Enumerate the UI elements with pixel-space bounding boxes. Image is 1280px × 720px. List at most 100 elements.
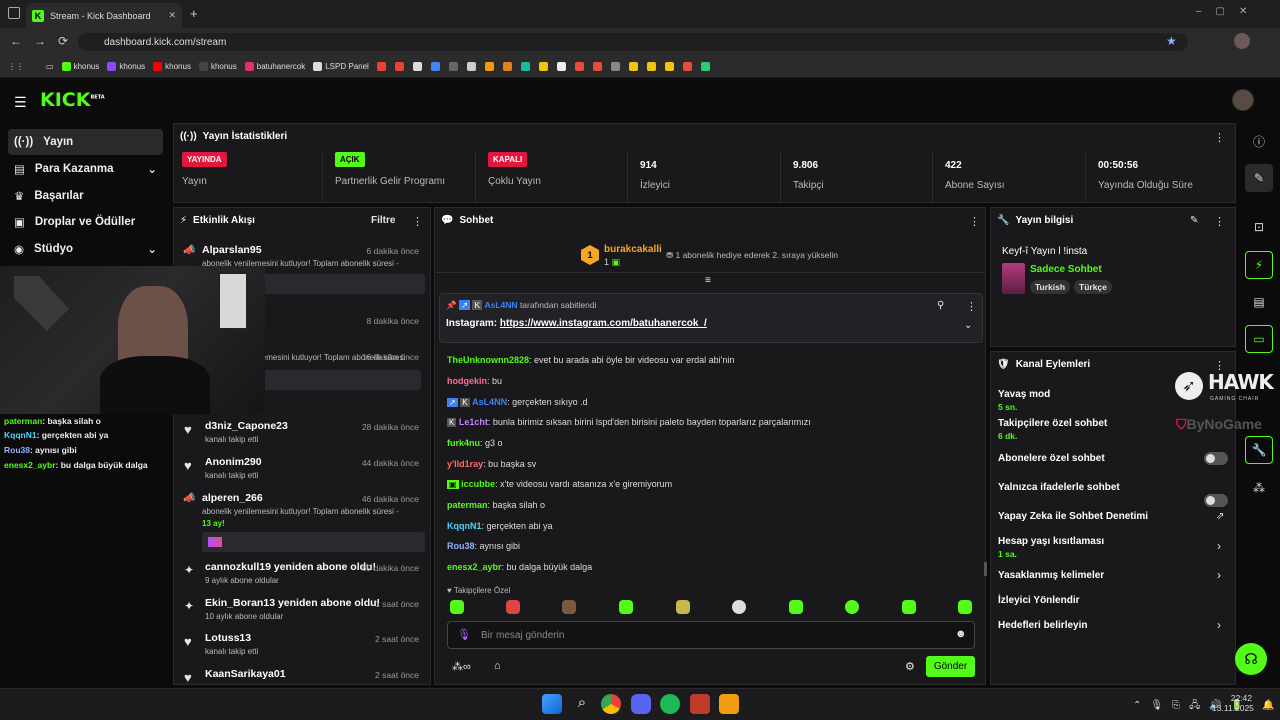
chevron-right-icon[interactable]: ›	[1217, 618, 1221, 632]
store-icon[interactable]: ⌂	[494, 660, 501, 672]
camera-icon[interactable]: ⊡	[1245, 213, 1273, 241]
kebab-menu-icon[interactable]: ⋮	[969, 215, 980, 228]
category-name[interactable]: Sadece Sohbet	[1030, 264, 1102, 275]
bookmark-item[interactable]: khonus	[198, 62, 237, 71]
emote-icon[interactable]	[902, 600, 916, 614]
notifications-icon[interactable]: 🔔	[1262, 700, 1274, 711]
action-subscribers-chat[interactable]: Abonelere özel sohbet	[998, 453, 1105, 464]
bookmark-folder-icon[interactable]: ▭	[46, 62, 54, 71]
sidebar-item-basarilar[interactable]: ♛ Başarılar	[8, 183, 163, 209]
app-icon[interactable]	[719, 694, 739, 714]
external-link-icon[interactable]: ⇗	[1216, 511, 1224, 522]
info-icon[interactable]: ⓘ	[1245, 127, 1273, 155]
emote-icon[interactable]	[676, 600, 690, 614]
action-raid[interactable]: İzleyici Yönlendir	[998, 595, 1080, 606]
edit-pencil-icon[interactable]: ✎	[1190, 215, 1198, 226]
kebab-menu-icon[interactable]: ⋮	[1214, 215, 1225, 228]
action-followers-chat[interactable]: Takipçilere özel sohbet 6 dk.	[998, 418, 1107, 441]
bookmark-item[interactable]: khonus	[153, 62, 191, 71]
list-item: ♥ KaanSarikaya01 2 saat önce	[184, 668, 419, 685]
chat-message: hodgekin: bu	[447, 376, 503, 386]
kick-logo[interactable]: KICKBETA	[40, 89, 105, 111]
emoji-icon[interactable]: ☻	[955, 628, 967, 640]
bookmark-icons-row[interactable]	[376, 62, 710, 71]
emote-icon[interactable]	[506, 600, 520, 614]
spotify-icon[interactable]	[660, 694, 680, 714]
action-ai-moderation[interactable]: Yapay Zeka ile Sohbet Denetimi	[998, 511, 1148, 522]
windows-start-icon[interactable]	[542, 694, 562, 714]
new-tab-icon[interactable]: +	[190, 6, 198, 21]
app-icon[interactable]	[690, 694, 710, 714]
chevron-down-icon[interactable]: ⌄	[964, 320, 972, 331]
chat-bubble-icon[interactable]: ▭	[1245, 325, 1273, 353]
bookmark-item[interactable]: khonus	[107, 62, 145, 71]
bookmark-star-icon[interactable]: ★	[1166, 34, 1177, 48]
wrench-icon: 🔧	[997, 215, 1010, 226]
bookmark-item[interactable]: khonus	[61, 62, 99, 71]
stream-info-title: 🔧 Yayın bilgisi	[997, 215, 1074, 226]
kebab-menu-icon[interactable]: ⋮	[412, 215, 423, 228]
clock[interactable]: 22:42 13.11.2025	[1212, 693, 1254, 713]
bookmark-apps-icon[interactable]: ⋮⋮	[8, 62, 24, 71]
edit-pencil-icon[interactable]: ✎	[1245, 164, 1273, 192]
emote-only-toggle[interactable]	[1204, 494, 1228, 507]
stat-coklu-yayin: KAPALI Çoklu Yayın	[475, 152, 541, 202]
emote-icon[interactable]	[562, 600, 576, 614]
emote-icon[interactable]	[789, 600, 803, 614]
emote-icon[interactable]	[958, 600, 972, 614]
chrome-icon[interactable]	[601, 694, 621, 714]
bolt-icon[interactable]: ⚡	[1245, 251, 1273, 279]
stat-takipci: 9.806 Takipçi	[780, 152, 824, 202]
tab-close-icon[interactable]: ✕	[168, 10, 176, 21]
settings-gear-icon[interactable]: ⚙	[905, 660, 915, 673]
bookmark-item[interactable]: batuhanercok	[244, 62, 305, 71]
browser-tab[interactable]: K Stream - Kick Dashboard ✕	[26, 3, 182, 28]
webcam-preview	[0, 266, 265, 414]
emote-icon[interactable]	[732, 600, 746, 614]
action-goals[interactable]: Hedefleri belirleyin	[998, 620, 1087, 631]
hamburger-menu-icon[interactable]: ☰	[14, 94, 27, 111]
sidebar-item-studyo[interactable]: ◉ Stüdyo ⌄	[8, 236, 163, 262]
emote-icon[interactable]	[845, 600, 859, 614]
window-controls[interactable]: –▢✕	[1196, 6, 1261, 17]
support-headset-button[interactable]: ☊	[1235, 643, 1267, 675]
emote-icon[interactable]	[450, 600, 464, 614]
gift-info: ⛃ 1 abonelik hediye ederek 2. sıraya yük…	[666, 250, 839, 260]
instagram-link[interactable]: https://www.instagram.com/batuhanercok_/	[500, 318, 707, 329]
discord-icon[interactable]	[631, 694, 651, 714]
pin-icon[interactable]: ⚲	[937, 300, 944, 311]
filter-button[interactable]: Filtre	[371, 215, 395, 226]
stat-partnerlik: AÇIK Partnerlik Gelir Programı	[322, 152, 445, 202]
kebab-menu-icon[interactable]: ⋮	[966, 300, 977, 313]
profile-avatar[interactable]	[1234, 33, 1250, 49]
action-slow-mode[interactable]: Yavaş mod 5 sn.	[998, 389, 1050, 412]
action-banned-words[interactable]: Yasaklanmış kelimeler	[998, 570, 1104, 581]
kick-points-icon[interactable]: ⁂∞	[452, 660, 471, 673]
chevron-right-icon[interactable]: ›	[1217, 568, 1221, 582]
action-account-age[interactable]: Hesap yaşı kısıtlaması 1 sa.	[998, 536, 1104, 559]
wrench-icon[interactable]: 🔧	[1245, 436, 1273, 464]
nav-buttons-icon[interactable]: ←→⟳	[10, 34, 80, 48]
kick-points-icon[interactable]: ⁂	[1245, 474, 1273, 502]
sidebar-item-droplar[interactable]: ▣ Droplar ve Ödüller	[8, 209, 163, 235]
chevron-right-icon[interactable]: ›	[1217, 539, 1221, 553]
sidebar-item-yayin[interactable]: ((·)) Yayın	[8, 129, 163, 155]
top-gifter-name[interactable]: burakcakalli	[604, 244, 662, 255]
mic-icon[interactable]: 🎙	[457, 628, 471, 641]
collapse-icon[interactable]: ≡	[705, 275, 711, 286]
hawk-logo-icon: ➶	[1175, 372, 1203, 400]
subscribers-chat-toggle[interactable]	[1204, 452, 1228, 465]
url-input[interactable]: dashboard.kick.com/stream	[78, 33, 1188, 51]
send-button[interactable]: Gönder	[926, 656, 975, 677]
action-emote-only[interactable]: Yalnızca ifadelerle sohbet	[998, 482, 1120, 493]
search-icon[interactable]: ⌕	[572, 694, 592, 714]
kebab-menu-icon[interactable]: ⋮	[1214, 131, 1225, 144]
stat-yayin: YAYINDA Yayın	[174, 152, 227, 202]
sidebar-item-para-kazanma[interactable]: ▤ Para Kazanma ⌄	[8, 156, 163, 182]
user-avatar[interactable]	[1232, 89, 1254, 111]
emote-icon[interactable]	[619, 600, 633, 614]
chat-scrollbar[interactable]	[984, 562, 987, 576]
document-icon[interactable]: ▤	[1245, 288, 1273, 316]
bookmark-item[interactable]: LSPD Panel	[313, 62, 369, 71]
tab-menu-icon[interactable]	[8, 7, 20, 19]
